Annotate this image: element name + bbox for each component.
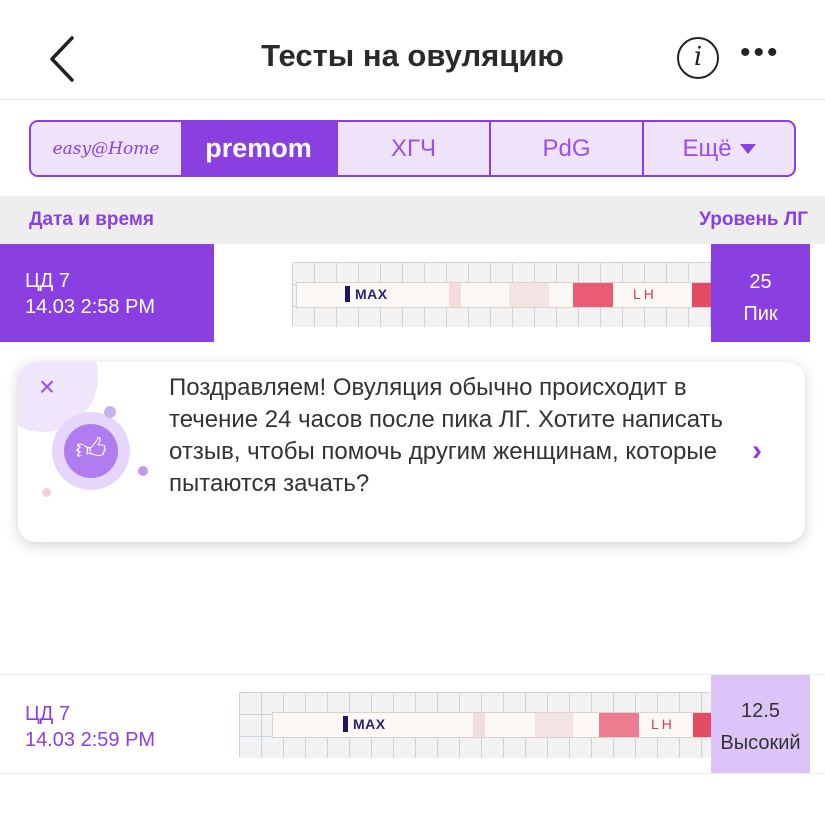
premom-logo: premom	[205, 133, 312, 163]
easy-home-logo: easy@Home	[52, 138, 160, 159]
record-lh-value: 12.5	[741, 700, 780, 722]
record-datetime: 14.03 2:58 PM	[25, 296, 156, 318]
record-lh-status: Высокий	[720, 732, 801, 754]
caret-down-icon	[739, 143, 756, 154]
strip-control-line	[692, 283, 713, 307]
strip-test-line	[573, 283, 613, 307]
strip-lh-label: LH	[633, 286, 657, 302]
tab-pdg-label: PdG	[542, 134, 591, 162]
info-button[interactable]: i	[677, 37, 719, 79]
record-lh-status: Пик	[743, 303, 778, 325]
thumbs-up-icon: 👍︎	[52, 412, 130, 490]
decorative-dot	[138, 466, 148, 476]
decorative-dot	[42, 488, 51, 497]
record-lh-value: 25	[749, 271, 772, 293]
tab-hcg-label: ХГЧ	[391, 134, 436, 162]
test-record-row[interactable]: ЦД 7 14.03 2:58 PM MAX LH 25 Пик	[0, 244, 825, 344]
test-record-row[interactable]: ЦД 7 14.03 2:59 PM MAX LH 12.5 Высокий	[0, 674, 825, 774]
list-column-header: Дата и время Уровень ЛГ	[0, 196, 825, 244]
review-prompt-card[interactable]: × 👍︎ Поздравляем! Овуляция обычно происх…	[18, 362, 805, 542]
record-level-cell: 12.5 Высокий	[711, 675, 810, 773]
ellipsis-icon: •••	[740, 36, 781, 69]
strip-lh-label: LH	[651, 716, 675, 732]
strip-test-line	[599, 713, 639, 737]
record-cycle-day: ЦД 7	[25, 270, 71, 292]
review-prompt-message: Поздравляем! Овуляция обычно происходит …	[169, 374, 724, 497]
record-date-cell: ЦД 7 14.03 2:59 PM	[0, 675, 214, 773]
record-date-cell: ЦД 7 14.03 2:58 PM	[0, 244, 214, 342]
strip-max-label: MAX	[343, 716, 386, 732]
strip-band	[473, 713, 485, 737]
info-icon: i	[693, 42, 703, 72]
column-lh-level: Уровень ЛГ	[699, 209, 808, 230]
close-icon: ×	[38, 371, 56, 402]
record-cycle-day: ЦД 7	[25, 703, 71, 725]
top-bar: Тесты на овуляцию i •••	[0, 0, 825, 100]
tab-more-dropdown[interactable]: Ещё	[644, 122, 794, 175]
test-strip: MAX LH	[272, 712, 712, 738]
test-strip: MAX LH	[296, 282, 713, 308]
strip-max-label: MAX	[345, 286, 388, 302]
strip-band	[509, 283, 549, 307]
tab-pdg[interactable]: PdG	[491, 122, 644, 175]
thumbs-up-badge: 👍︎	[64, 424, 118, 478]
tab-premom[interactable]: premom	[181, 122, 338, 175]
more-options-button[interactable]: •••	[740, 36, 781, 70]
tab-easy-home[interactable]: easy@Home	[31, 122, 181, 175]
tab-hcg[interactable]: ХГЧ	[338, 122, 491, 175]
close-button[interactable]: ×	[32, 372, 62, 402]
test-strip-image[interactable]: MAX LH	[239, 692, 712, 758]
record-level-cell: 25 Пик	[711, 244, 810, 342]
test-type-tabs: easy@Home premom ХГЧ PdG Ещё	[29, 120, 796, 177]
strip-band	[449, 283, 461, 307]
record-datetime: 14.03 2:59 PM	[25, 729, 156, 751]
strip-control-line	[693, 713, 712, 737]
test-strip-image[interactable]: MAX LH	[292, 262, 713, 327]
tab-more-label: Ещё	[682, 134, 732, 162]
decorative-dot	[104, 406, 116, 418]
thumbs-up-glyph: 👍︎	[75, 433, 107, 466]
column-date-time: Дата и время	[29, 209, 154, 230]
strip-band	[535, 713, 573, 737]
chevron-right-icon[interactable]: ›	[752, 434, 762, 468]
